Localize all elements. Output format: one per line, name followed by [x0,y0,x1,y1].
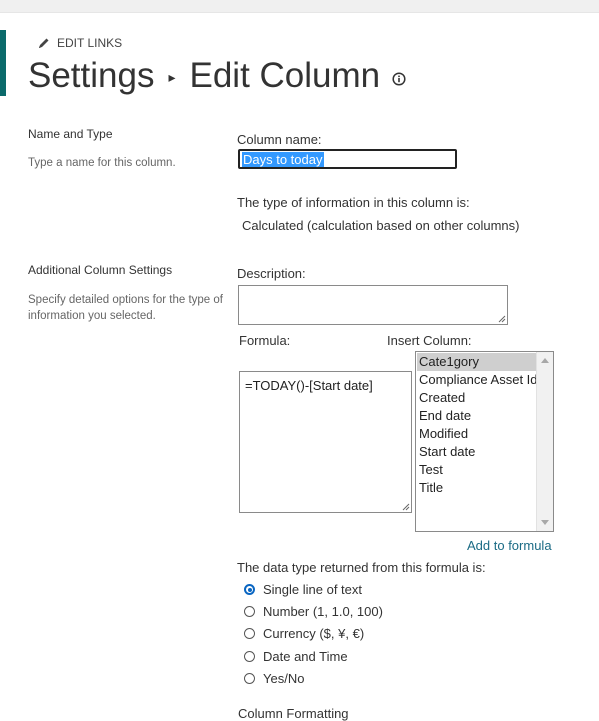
edit-links-button[interactable]: EDIT LINKS [38,36,122,50]
column-name-label: Column name: [237,132,322,147]
resize-grip-icon[interactable] [498,315,506,323]
insert-column-listbox[interactable]: Cate1gory Compliance Asset Id Created En… [415,351,554,532]
radio-label: Date and Time [263,649,348,664]
listbox-item[interactable]: Title [417,479,537,497]
radio-date-time[interactable]: Date and Time [244,649,348,664]
radio-button[interactable] [244,606,255,617]
top-bar [0,0,599,13]
section-title-additional: Additional Column Settings [28,263,173,277]
type-info-label: The type of information in this column i… [237,195,470,210]
radio-label: Yes/No [263,671,305,686]
listbox-item[interactable]: Compliance Asset Id [417,371,537,389]
breadcrumb-separator: ▸ [168,68,176,85]
formula-value: =TODAY()-[Start date] [245,378,373,393]
listbox-item[interactable]: Cate1gory [417,353,537,371]
column-name-input[interactable]: Days to today [238,149,457,169]
type-info-value: Calculated (calculation based on other c… [242,218,520,233]
formula-textarea[interactable]: =TODAY()-[Start date] [239,371,412,513]
radio-label: Number (1, 1.0, 100) [263,604,383,619]
page-title: Settings ▸ Edit Column [28,56,406,96]
resize-grip-icon[interactable] [402,503,410,511]
edit-links-label: EDIT LINKS [57,36,123,50]
section-desc-additional: Specify detailed options for the type of… [28,294,223,322]
radio-currency[interactable]: Currency ($, ¥, €) [244,626,364,641]
info-icon[interactable] [392,72,406,86]
scroll-up-icon[interactable] [541,358,549,363]
radio-single-line-text[interactable]: Single line of text [244,582,362,597]
listbox-item[interactable]: Modified [417,425,537,443]
scroll-down-icon[interactable] [541,520,549,525]
listbox-item[interactable]: End date [417,407,537,425]
description-textarea[interactable] [238,285,508,325]
radio-label: Currency ($, ¥, €) [263,626,365,641]
column-formatting-label: Column Formatting [238,706,349,721]
breadcrumb-settings[interactable]: Settings [28,56,154,96]
breadcrumb-current: Edit Column [189,56,381,95]
radio-label: Single line of text [263,582,363,597]
add-to-formula-link[interactable]: Add to formula [467,538,552,553]
listbox-item[interactable]: Start date [417,443,537,461]
listbox-item[interactable]: Test [417,461,537,479]
radio-button[interactable] [244,673,255,684]
listbox-scrollbar[interactable] [536,352,553,531]
data-type-label: The data type returned from this formula… [237,560,486,575]
description-label: Description: [237,266,306,281]
radio-yes-no[interactable]: Yes/No [244,671,304,686]
column-name-value: Days to today [242,152,324,167]
insert-column-label: Insert Column: [387,333,472,348]
pencil-icon [39,38,49,48]
radio-button[interactable] [244,584,255,595]
listbox-item[interactable]: Created [417,389,537,407]
section-title-name-type: Name and Type [28,127,113,141]
section-desc-name-type: Type a name for this column. [28,157,176,169]
radio-button[interactable] [244,628,255,639]
radio-number[interactable]: Number (1, 1.0, 100) [244,604,383,619]
radio-button[interactable] [244,651,255,662]
formula-label: Formula: [239,333,291,348]
accent-bar [0,30,6,96]
